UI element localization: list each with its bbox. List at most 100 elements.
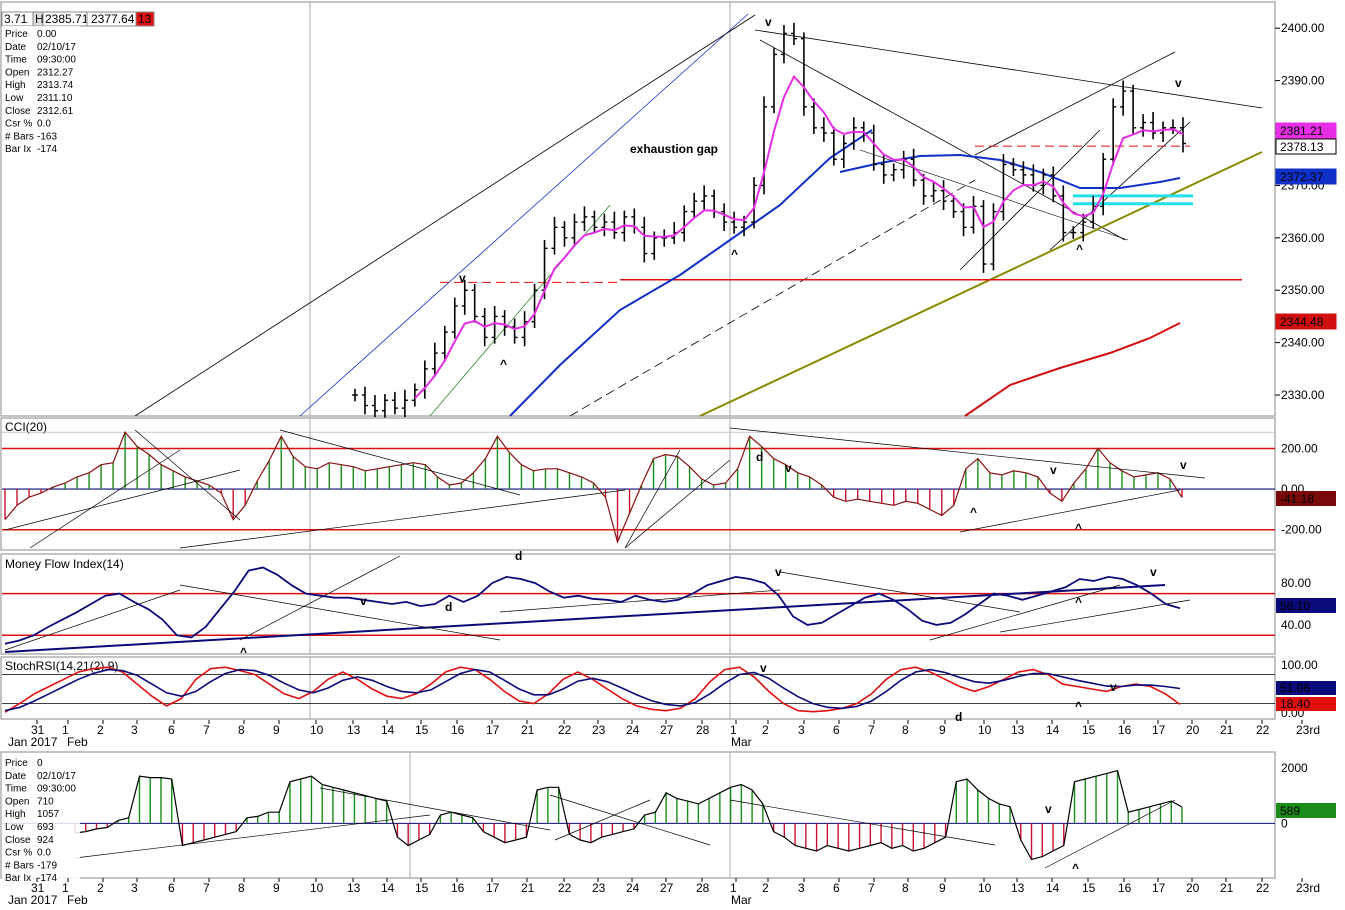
bottom-body-tick-1: 0 (1281, 816, 1288, 830)
xaxis1-label-7: 9 (273, 723, 280, 737)
xaxis2-label-30: 15 (1082, 881, 1096, 895)
xaxis1-label-25: 8 (902, 723, 909, 737)
xaxis2-label-10: 14 (381, 881, 395, 895)
header-field-2: 2385.71 (45, 12, 89, 26)
xaxis2-label-31: 16 (1118, 881, 1132, 895)
price-label-0: 2381.21 (1280, 124, 1324, 138)
xaxis2-label-16: 23 (592, 881, 606, 895)
bottom-panel-frame (0, 751, 1276, 879)
xaxis2-label-26: 9 (939, 881, 946, 895)
annotation-exhaustion-gap: exhaustion gap (630, 142, 718, 156)
xaxis2-label-17: 24 (626, 881, 640, 895)
info-value-0: 0.00 (37, 29, 57, 40)
xaxis1-label-33: 20 (1186, 723, 1200, 737)
xaxis2-label-23: 6 (833, 881, 840, 895)
stock-chart: 2330.002340.002350.002360.002370.002380.… (0, 1, 1337, 907)
xaxis1-month-0: Jan 2017 (8, 735, 58, 749)
cci-annotation-3: v (1050, 463, 1057, 477)
cci-annotation-1: v (785, 461, 792, 475)
xaxis1-label-9: 13 (347, 723, 361, 737)
xaxis2-label-24: 7 (868, 881, 875, 895)
info-label-4: High (5, 809, 26, 820)
xaxis1-label-26: 9 (939, 723, 946, 737)
price-panel: 2330.002340.002350.002360.002370.002380.… (0, 1, 1337, 420)
xaxis1-label-28: 13 (1011, 723, 1025, 737)
annotation-mark-6: v (1175, 76, 1182, 90)
info-label-3: Open (5, 67, 29, 78)
info-label-5: Low (5, 93, 24, 104)
xaxis2-label-28: 13 (1011, 881, 1025, 895)
xaxis2-month-1: Feb (67, 893, 88, 907)
xaxis2-label-36: 23rd (1296, 881, 1320, 895)
xaxis1-label-35: 22 (1256, 723, 1270, 737)
mfi-tick-2: 40.00 (1281, 618, 1311, 632)
info-label-6: Close (5, 835, 31, 846)
bottom-panel: 20000589v^ Price 0Date 02/10/17Time 09:30:0… (0, 751, 1336, 887)
header-fields: 3.71 H 2385.71 2377.64 13 (1, 11, 155, 27)
cci-annotation-4: ^ (1075, 521, 1082, 535)
xaxis1-label-5: 7 (203, 723, 210, 737)
cci-body-tick-2: -200.00 (1281, 523, 1322, 537)
xaxis2-label-4: 6 (168, 881, 175, 895)
info-label-8: # Bars (5, 860, 34, 871)
price-axis: 2330.002340.002350.002360.002370.002380.… (1275, 21, 1337, 402)
bottom-annotation-1: ^ (1072, 861, 1079, 875)
xaxis2-label-19: 28 (696, 881, 710, 895)
info-value-4: 2313.74 (37, 80, 74, 91)
info-value-1: 02/10/17 (37, 771, 76, 782)
stoch-annotation-0: v (760, 661, 767, 675)
xaxis1-label-19: 28 (696, 723, 710, 737)
x-axis-bottom: 31 1 2 3 6 7 8 9 10 13 14 15 16 17 21 22 23 24 27 28 1 2 3 6 7 8 9… (8, 878, 1320, 907)
info-label-0: Price (5, 758, 28, 769)
xaxis1-label-17: 24 (626, 723, 640, 737)
info-label-2: Time (5, 784, 27, 795)
cci-body-value-label: -41.18 (1280, 492, 1314, 506)
xaxis2-label-6: 8 (238, 881, 245, 895)
stoch-value-label-1: 18.40 (1280, 697, 1310, 711)
xaxis2-label-2: 2 (97, 881, 104, 895)
info-value-6: 924 (37, 835, 54, 846)
xaxis1-label-24: 7 (868, 723, 875, 737)
xaxis2-label-27: 10 (978, 881, 992, 895)
info-label-6: Close (5, 106, 31, 117)
xaxis1-label-32: 17 (1152, 723, 1166, 737)
price-tick-3: 2360.00 (1281, 231, 1325, 245)
info-label-7: Csr % (5, 848, 32, 859)
xaxis1-label-11: 15 (415, 723, 429, 737)
xaxis2-label-25: 8 (902, 881, 909, 895)
mfi-annotation-4: v (1150, 565, 1157, 579)
annotation-mark-2: ^ (500, 357, 507, 371)
xaxis2-label-34: 21 (1220, 881, 1234, 895)
cci-panel: CCI(20) 200.000.00-200.00-41.18dv^v^v (0, 417, 1336, 551)
mfi-annotation-1: d (445, 600, 452, 614)
header-field-1: H (35, 12, 44, 26)
info-value-8: -179 (37, 860, 57, 871)
price-tick-6: 2390.00 (1281, 74, 1325, 88)
price-tick-7: 2400.00 (1281, 21, 1325, 35)
cci-body-tick-0: 200.00 (1281, 441, 1318, 455)
info-label-7: Csr % (5, 119, 32, 130)
xaxis1-label-29: 14 (1046, 723, 1060, 737)
xaxis2-label-18: 27 (660, 881, 674, 895)
xaxis1-label-6: 8 (238, 723, 245, 737)
annotation-mark-5: ^ (1076, 242, 1083, 256)
price-tick-0: 2330.00 (1281, 388, 1325, 402)
stoch-annotation-3: ^ (1075, 699, 1082, 713)
xaxis2-label-35: 22 (1256, 881, 1270, 895)
bottom-annotation-0: v (1045, 802, 1052, 816)
stoch-annotation-1: d (955, 710, 962, 724)
xaxis1-label-3: 3 (131, 723, 138, 737)
xaxis1-label-27: 10 (978, 723, 992, 737)
header-field-3: 2377.64 (91, 12, 135, 26)
xaxis2-label-8: 10 (310, 881, 324, 895)
xaxis2-label-3: 3 (131, 881, 138, 895)
info-panel-bottom: Price 0 Date 02/10/17 Time 09:30:00 Open 710 Hig… (2, 755, 80, 887)
xaxis2-label-32: 17 (1152, 881, 1166, 895)
info-label-2: Time (5, 55, 27, 66)
annotation-mark-3: v (765, 15, 772, 29)
info-value-5: 693 (37, 822, 54, 833)
xaxis1-label-21: 2 (762, 723, 769, 737)
bottom-body-tick-0: 2000 (1281, 761, 1308, 775)
header-field-0: 3.71 (4, 12, 28, 26)
mfi-annotation-0: v (360, 594, 367, 608)
